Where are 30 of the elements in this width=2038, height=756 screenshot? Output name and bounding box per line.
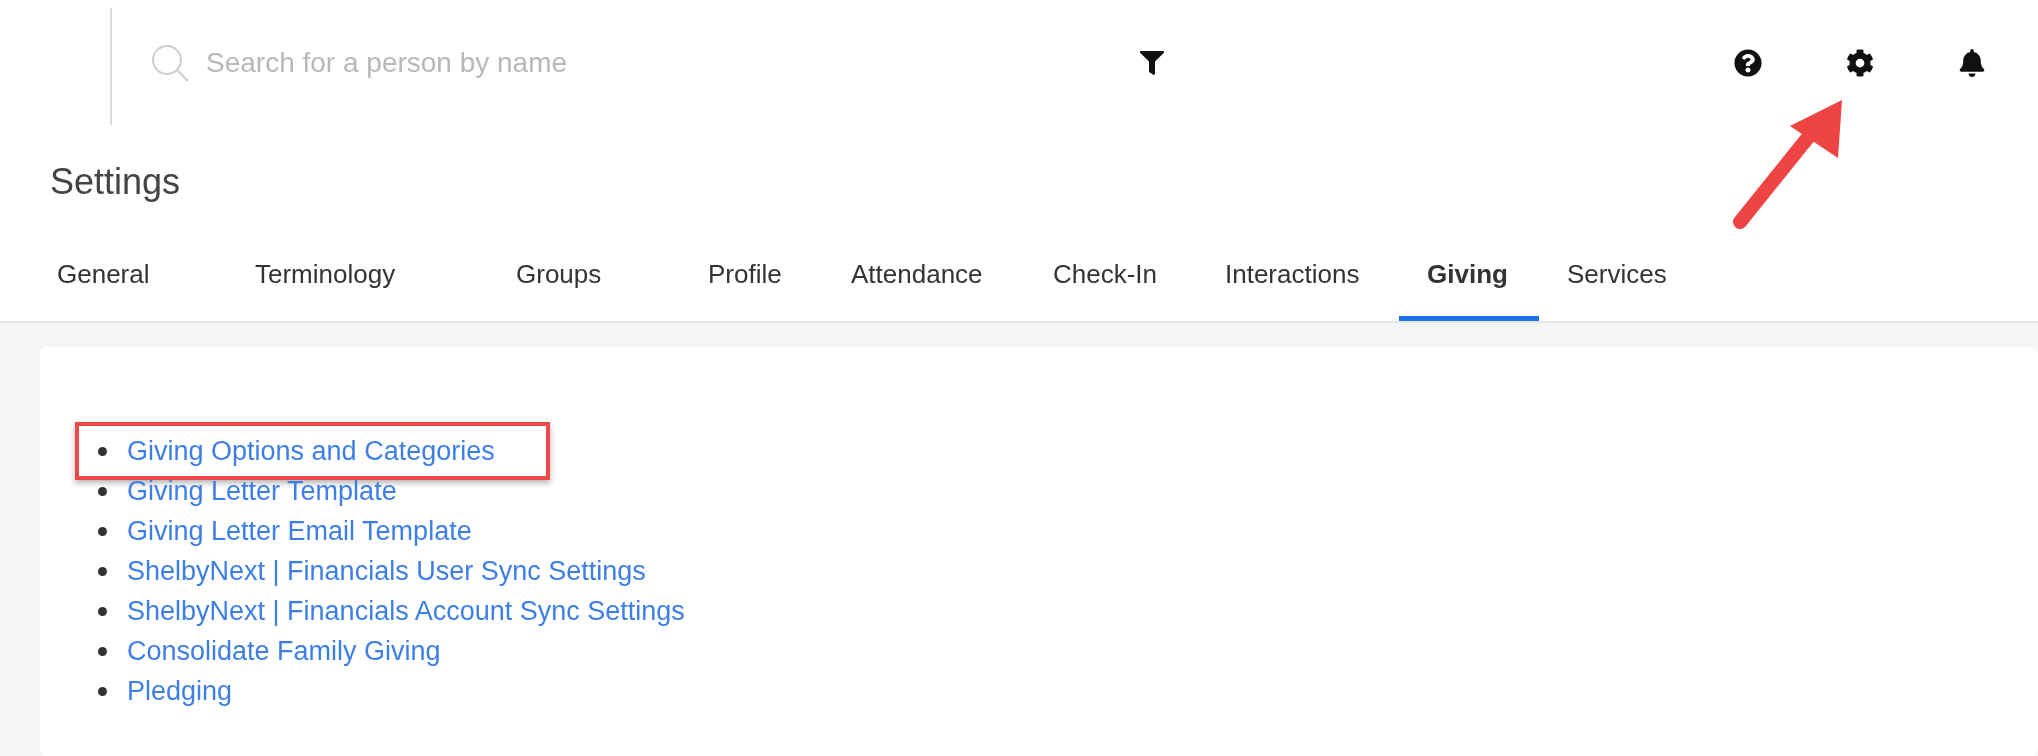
tab[interactable]: General xyxy=(29,249,227,321)
bullet-icon xyxy=(98,686,107,696)
help-icon[interactable] xyxy=(1734,48,1762,77)
settings-link[interactable]: Giving Letter Template xyxy=(127,474,397,508)
tab[interactable]: Check-In xyxy=(1025,249,1197,321)
tab[interactable]: Interactions xyxy=(1197,249,1399,321)
bullet-icon xyxy=(98,566,107,576)
tab[interactable]: Terminology xyxy=(227,249,488,321)
settings-link[interactable]: Consolidate Family Giving xyxy=(127,634,441,668)
tab[interactable]: Giving xyxy=(1399,249,1539,321)
settings-icon[interactable] xyxy=(1846,48,1874,77)
settings-link[interactable]: Giving Options and Categories xyxy=(127,434,495,468)
tab[interactable]: Groups xyxy=(488,249,680,321)
bullet-icon xyxy=(98,646,107,656)
bullet-icon xyxy=(98,446,107,456)
search-field[interactable]: Search for a person by name xyxy=(204,45,708,80)
settings-link[interactable]: ShelbyNext | Financials Account Sync Settings xyxy=(127,594,685,628)
settings-link[interactable]: Giving Letter Email Template xyxy=(127,514,472,548)
search-icon xyxy=(150,42,190,83)
bullet-icon xyxy=(98,486,107,496)
settings-link[interactable]: Pledging xyxy=(127,674,233,708)
bullet-icon xyxy=(98,606,107,616)
settings-link[interactable]: ShelbyNext | Financials User Sync Settings xyxy=(127,554,646,588)
tab[interactable]: Attendance xyxy=(823,249,1025,321)
tab[interactable]: Services xyxy=(1539,249,1695,321)
bell-icon[interactable] xyxy=(1958,48,1986,77)
filter-icon[interactable] xyxy=(1140,50,1164,75)
bullet-icon xyxy=(98,526,107,536)
tab[interactable]: Profile xyxy=(680,249,823,321)
page-title: Settings xyxy=(50,161,182,203)
